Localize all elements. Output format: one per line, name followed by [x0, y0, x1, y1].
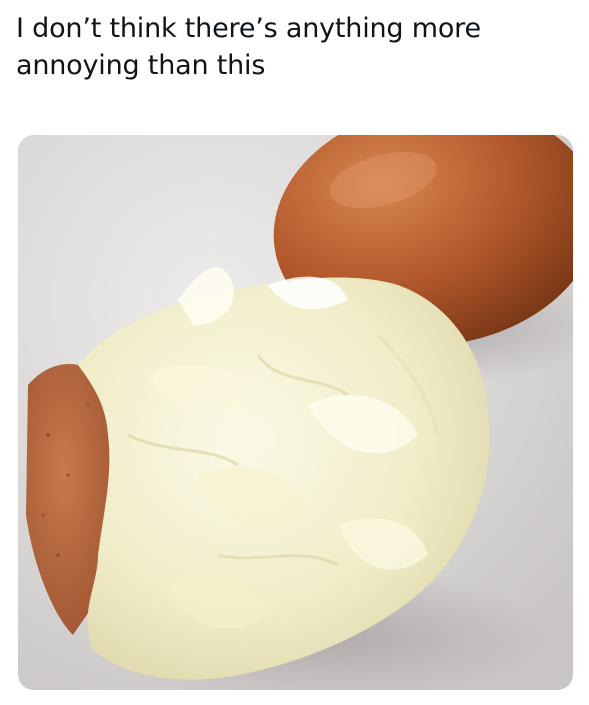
- post-caption: I don’t think there’s anything more anno…: [16, 13, 481, 81]
- post-image[interactable]: [18, 135, 573, 690]
- egg-photo: [18, 135, 573, 690]
- meme-post: I don’t think there’s anything more anno…: [0, 0, 589, 705]
